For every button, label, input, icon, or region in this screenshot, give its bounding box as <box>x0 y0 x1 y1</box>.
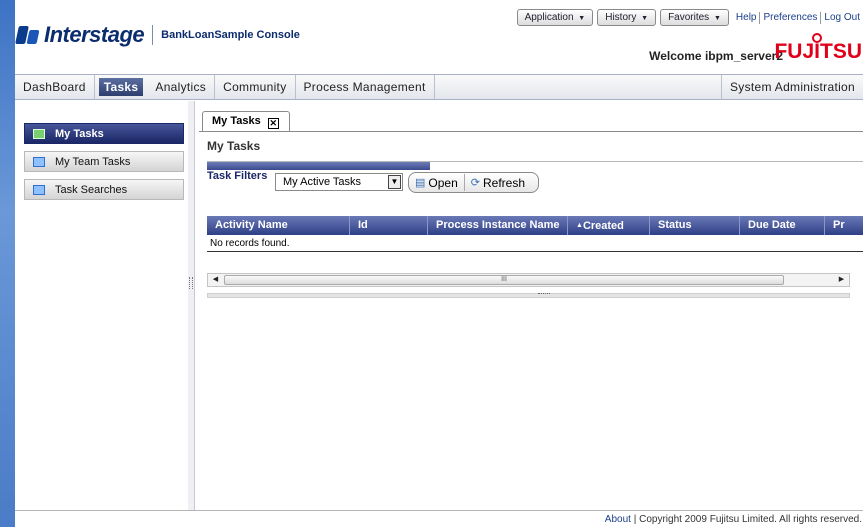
refresh-button-label: Refresh <box>482 175 526 190</box>
history-menu-button[interactable]: History ▼ <box>597 9 657 26</box>
main-nav: DashBoard Tasks Analytics Community Proc… <box>15 74 863 100</box>
table-header: Activity Name Id Process Instance Name ▲… <box>207 216 863 235</box>
interstage-logo-icon <box>15 24 41 46</box>
history-menu-label: History <box>605 12 637 23</box>
column-header-id[interactable]: Id <box>350 216 428 235</box>
fujitsu-logo: FUJITSU <box>774 33 862 64</box>
footer-separator: | <box>633 514 637 525</box>
vertical-splitter[interactable] <box>188 101 195 510</box>
chevron-down-icon[interactable]: ▼ <box>388 175 401 189</box>
column-header-status[interactable]: Status <box>650 216 740 235</box>
column-header-created[interactable]: ▲Created <box>568 216 650 235</box>
favorites-menu-label: Favorites <box>668 12 710 23</box>
tasks-table: Activity Name Id Process Instance Name ▲… <box>207 216 863 252</box>
sidebar-item-task-searches[interactable]: Task Searches <box>24 179 184 200</box>
nav-analytics[interactable]: Analytics <box>147 75 216 99</box>
filters-header-bar <box>207 162 430 170</box>
open-button[interactable]: ▤ Open <box>409 174 464 191</box>
scrollbar-thumb[interactable]: III <box>224 275 784 285</box>
chevron-down-icon: ▼ <box>578 15 586 22</box>
sidebar-item-label: Task Searches <box>55 183 128 196</box>
splitter-grip-icon[interactable] <box>538 293 550 298</box>
column-header-pr[interactable]: Pr <box>825 216 863 235</box>
team-tasks-icon <box>33 156 45 167</box>
main-panel: My Tasks ✕ My Tasks Task Filters My Acti… <box>199 101 863 510</box>
sidebar-item-label: My Team Tasks <box>55 155 131 168</box>
footer-text: About | Copyright 2009 Fujitsu Limited. … <box>605 514 862 525</box>
help-link[interactable]: Help <box>733 12 760 23</box>
logo-divider <box>152 25 154 45</box>
nav-process-management[interactable]: Process Management <box>296 75 435 99</box>
task-filter-value: My Active Tasks <box>283 176 362 188</box>
chevron-down-icon: ▼ <box>641 15 649 22</box>
tab-label: My Tasks <box>212 115 261 127</box>
favorites-menu-button[interactable]: Favorites ▼ <box>660 9 729 26</box>
refresh-button[interactable]: ⟳ Refresh <box>463 174 531 191</box>
nav-community[interactable]: Community <box>215 75 296 99</box>
refresh-icon: ⟳ <box>470 177 480 189</box>
preferences-link[interactable]: Preferences <box>760 12 820 23</box>
page-title: My Tasks <box>207 139 261 153</box>
action-button-group: ▤ Open ⟳ Refresh <box>408 172 539 193</box>
console-window: Interstage BankLoanSample Console Applic… <box>15 0 863 527</box>
brand-text: FUJITSU <box>774 40 862 63</box>
task-filters-label: Task Filters <box>207 170 268 182</box>
sort-ascending-icon: ▲ <box>576 222 583 229</box>
copyright-text: Copyright 2009 Fujitsu Limited. All righ… <box>639 514 862 525</box>
search-icon <box>33 184 45 195</box>
welcome-message: Welcome ibpm_server2 <box>649 49 783 63</box>
logo: Interstage BankLoanSample Console <box>15 22 300 48</box>
tab-my-tasks[interactable]: My Tasks ✕ <box>202 111 290 131</box>
scrollbar-grip: III <box>501 276 507 283</box>
open-document-icon: ▤ <box>415 177 426 189</box>
sidebar: My Tasks My Team Tasks Task Searches <box>15 101 189 510</box>
empty-table-message: No records found. <box>207 235 863 252</box>
column-header-due-date[interactable]: Due Date <box>740 216 825 235</box>
sidebar-item-label: My Tasks <box>55 127 104 140</box>
tab-underline <box>199 131 863 132</box>
application-menu-label: Application <box>524 12 574 23</box>
open-button-label: Open <box>428 175 458 190</box>
nav-dashboard[interactable]: DashBoard <box>15 75 95 99</box>
horizontal-scrollbar[interactable]: ◀ III ▶ <box>207 273 850 287</box>
nav-tasks[interactable]: Tasks <box>98 78 144 96</box>
application-menu-button[interactable]: Application ▼ <box>516 9 594 26</box>
splitter-grip-icon[interactable] <box>189 277 193 289</box>
column-header-activity-name[interactable]: Activity Name <box>207 216 350 235</box>
logo-text: Interstage <box>44 22 145 47</box>
sidebar-item-my-team-tasks[interactable]: My Team Tasks <box>24 151 184 172</box>
scroll-left-arrow-icon[interactable]: ◀ <box>210 275 221 285</box>
nav-spacer <box>435 75 722 99</box>
column-header-process-instance-name[interactable]: Process Instance Name <box>428 216 568 235</box>
scroll-right-arrow-icon[interactable]: ▶ <box>836 275 847 285</box>
sidebar-item-my-tasks[interactable]: My Tasks <box>24 123 184 144</box>
task-list-icon <box>33 128 45 139</box>
close-icon[interactable]: ✕ <box>267 118 279 129</box>
about-link[interactable]: About <box>605 514 631 525</box>
header: Interstage BankLoanSample Console Applic… <box>15 0 863 72</box>
nav-system-administration[interactable]: System Administration <box>722 75 863 99</box>
column-header-created-label: Created <box>582 220 624 232</box>
console-title: BankLoanSample Console <box>161 29 300 41</box>
task-filter-select[interactable]: My Active Tasks ▼ <box>275 173 403 191</box>
horizontal-splitter[interactable] <box>207 293 850 298</box>
logout-link[interactable]: Log Out <box>821 12 863 23</box>
top-toolbar: Application ▼ History ▼ Favorites ▼ Help… <box>516 9 863 26</box>
chevron-down-icon: ▼ <box>713 15 721 22</box>
footer: About | Copyright 2009 Fujitsu Limited. … <box>15 510 863 527</box>
